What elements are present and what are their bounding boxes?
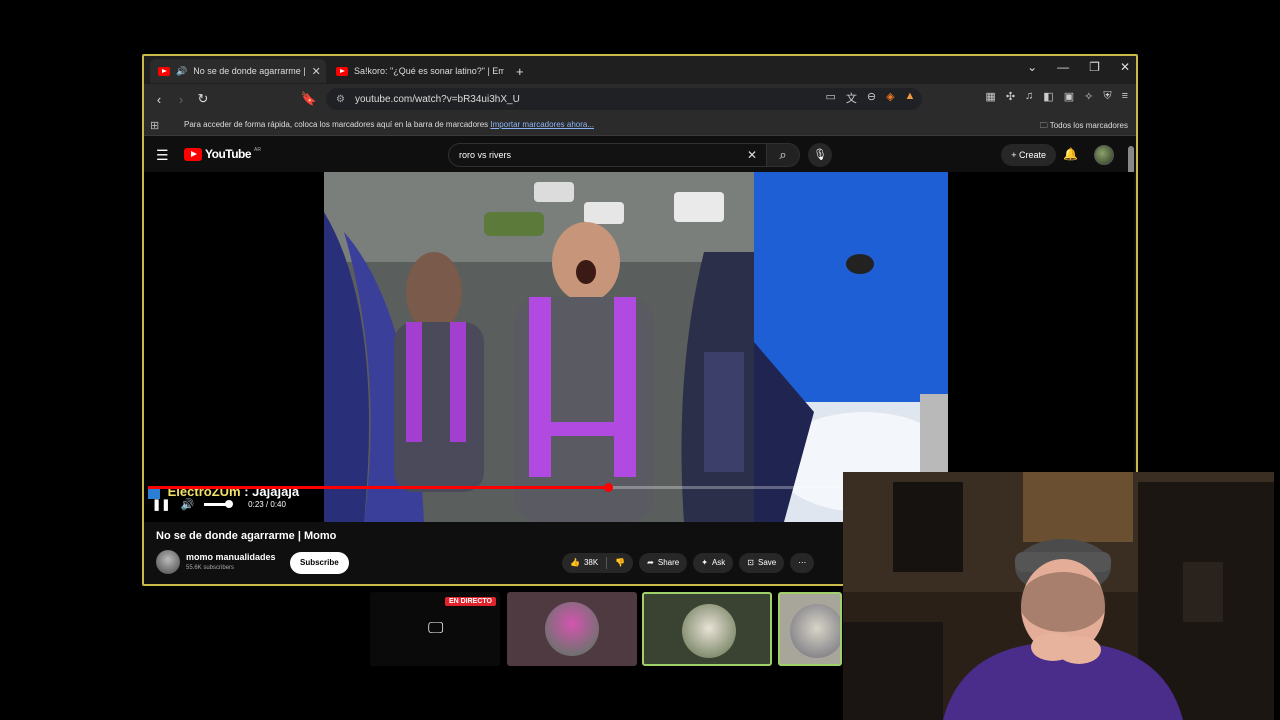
more-actions-button[interactable]: ⋯ [790,553,815,573]
bookmark-save-icon: ⊡ [747,558,754,567]
player-controls: ❚❚ 🔊 0:23 / 0:40 [152,498,286,511]
create-button[interactable]: + Create [1001,144,1056,166]
folder-icon: 🗀 [1039,121,1048,130]
youtube-header: ☰ YouTube AR roro vs rivers ✕ ⌕ 🎙 + Crea… [144,138,1136,172]
bookmarks-message: Para acceder de forma rápida, coloca los… [184,120,595,129]
volume-slider[interactable] [204,500,234,508]
reload-icon[interactable]: ↻ [192,91,214,107]
video-title: No se de donde agarrarme | Momo [156,530,337,542]
youtube-favicon-icon [158,66,170,76]
youtube-favicon-icon [336,66,348,76]
nav-bar: ‹ › ↻ 🔖 ⚙ youtube.com/watch?v=bR34ui3hX_… [144,84,1136,114]
restore-icon[interactable]: ❐ [1089,60,1100,74]
brave-shield-icon[interactable]: ◈ [886,90,894,106]
extensions-area: ▭ 文 ⊖ ◈ ▲ ▦ ✣ ♫ ◧ ▣ ✧ ⛨ ≡ [825,90,1128,106]
tab-title: No se de donde agarrarme | [193,66,306,76]
thumbs-down-icon[interactable]: 👎 [615,553,625,573]
participant-avatar [682,604,736,658]
music-icon[interactable]: ♫ [1025,90,1033,106]
video-actions: 👍 38K 👎 ➦ Share ✦ Ask ⊡ Save ⋯ [562,553,815,573]
video-player[interactable]: ElectroZUm : Jajajaja ❚❚ 🔊 0:23 / 0:40 [144,172,1134,522]
search-input[interactable]: roro vs rivers ✕ [448,143,768,167]
progress-fill [148,486,608,489]
search-query: roro vs rivers [459,150,512,160]
participant-tile[interactable] [507,592,637,666]
speaker-icon: 🔊 [176,65,188,76]
youtube-play-icon [184,147,202,161]
channel-name[interactable]: momo manualidades [186,552,276,562]
pause-icon[interactable]: ❚❚ [152,498,170,511]
window-controls: ⌄ — ❐ ✕ [1027,60,1130,74]
webcam-image [843,472,1274,720]
screen-share-icon: 🖵 [428,620,444,637]
channel-subscribers: 55.6K subscribers [186,565,235,571]
cast-icon[interactable]: ▭ [825,90,835,106]
leo-icon[interactable]: ✧ [1084,90,1093,106]
close-tab-icon[interactable]: ✕ [312,65,321,78]
more-icon: ⋯ [798,558,807,567]
video-time: 0:23 / 0:40 [248,500,286,509]
video-progress-bar[interactable] [148,483,948,492]
participant-tile-selected[interactable] [642,592,772,666]
apps-icon[interactable]: ⊞ [150,119,159,132]
tab-title: Sa!koro: "¿Qué es sonar latino?" | Em [354,66,504,76]
tab-search-icon[interactable]: ⌄ [1027,60,1037,74]
search-icon: ⌕ [779,147,787,162]
youtube-logo[interactable]: YouTube AR [184,147,261,161]
back-icon[interactable]: ‹ [148,92,170,107]
progress-scrubber[interactable] [604,483,613,492]
all-bookmarks[interactable]: 🗀 Todos los marcadores [1040,120,1128,134]
live-badge: EN DIRECTO [444,597,496,606]
clear-search-icon[interactable]: ✕ [747,148,757,162]
rewards-icon[interactable]: ▲ [905,90,916,106]
minimize-icon[interactable]: — [1057,60,1069,74]
participant-avatar [790,604,840,658]
extension-icon[interactable]: ▦ [985,90,995,106]
bookmark-icon[interactable]: 🔖 [298,91,320,107]
subscribe-button[interactable]: Subscribe [290,552,349,574]
tab-active[interactable]: 🔊 No se de donde agarrarme | ✕ [150,59,326,83]
screen: 🔊 No se de donde agarrarme | ✕ Sa!koro: … [0,0,1280,720]
webcam-overlay [843,472,1274,720]
bookmarks-bar: ⊞ Para acceder de forma rápida, coloca l… [144,114,1136,136]
wallet-icon[interactable]: ▣ [1064,90,1074,106]
share-icon: ➦ [647,558,654,567]
tab-bar: 🔊 No se de donde agarrarme | ✕ Sa!koro: … [144,56,1136,84]
forward-icon[interactable]: › [170,92,192,107]
participant-tile-screen[interactable]: EN DIRECTO 🖵 [370,592,500,666]
sparkle-icon: ✦ [701,558,708,567]
participant-avatar [545,602,599,656]
voice-search-button[interactable]: 🎙 [808,143,832,167]
tab-second[interactable]: Sa!koro: "¿Qué es sonar latino?" | Em [328,59,504,83]
puzzle-icon[interactable]: ✣ [1006,90,1015,106]
sidebar-icon[interactable]: ◧ [1043,90,1053,106]
channel-avatar[interactable] [156,550,180,574]
translate-icon[interactable]: 文 [846,90,857,106]
video-content-image [324,172,948,522]
thumbs-up-icon: 👍 [570,558,580,567]
site-info-icon[interactable]: ⚙ [336,94,345,105]
volume-icon[interactable]: 🔊 [180,498,194,511]
search-button[interactable]: ⌕ [766,143,800,167]
like-button[interactable]: 👍 38K 👎 [562,553,634,573]
zoom-icon[interactable]: ⊖ [867,90,876,106]
hamburger-menu-icon[interactable]: ☰ [156,147,169,164]
new-tab-button[interactable]: + [508,59,532,83]
ask-button[interactable]: ✦ Ask [693,553,734,573]
url-text: youtube.com/watch?v=bR34ui3hX_U [354,93,520,105]
video-frame[interactable] [324,172,948,522]
import-bookmarks-link[interactable]: Importar marcadores ahora... [490,120,594,129]
share-button[interactable]: ➦ Share [639,553,688,573]
vpn-icon[interactable]: ⛨ [1103,90,1111,106]
mic-icon: 🎙 [813,149,827,161]
close-window-icon[interactable]: ✕ [1120,60,1130,74]
avatar[interactable] [1094,145,1114,165]
notifications-bell-icon[interactable]: 🔔 [1063,147,1078,161]
participant-tile[interactable] [778,592,842,666]
save-button[interactable]: ⊡ Save [739,553,785,573]
menu-icon[interactable]: ≡ [1122,90,1128,106]
